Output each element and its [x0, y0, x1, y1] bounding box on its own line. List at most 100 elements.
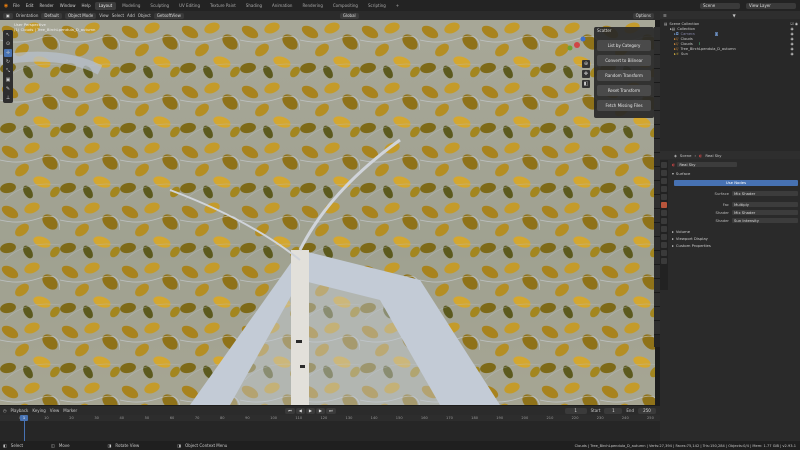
transform-orientation-dropdown[interactable]: Global — [339, 12, 359, 19]
status-context: Object Context Menu — [185, 443, 228, 448]
select-tool-icon[interactable]: ↖ — [4, 31, 12, 39]
play-icon[interactable]: ▶ — [305, 407, 315, 414]
cursor-tool-icon[interactable]: ⊙ — [4, 40, 12, 48]
tab-compositing[interactable]: Compositing — [329, 2, 362, 10]
render-tab-icon[interactable] — [661, 170, 667, 176]
tab-shading[interactable]: Shading — [242, 2, 266, 10]
tool-tab-icon[interactable] — [661, 162, 667, 168]
tab-texture-paint[interactable]: Texture Paint — [206, 2, 240, 10]
rotate-tool-icon[interactable]: ↻ — [4, 58, 12, 66]
tab-uv-editing[interactable]: UV Editing — [175, 2, 204, 10]
options-dropdown[interactable]: Options — [632, 12, 654, 19]
view-layer-tab-icon[interactable] — [661, 186, 667, 192]
menu-object[interactable]: Object — [138, 13, 151, 18]
modifier-tab-icon[interactable] — [661, 226, 667, 232]
gizmo-view-dropdown[interactable]: GetsoftView — [153, 12, 184, 19]
menu-add[interactable]: Add — [127, 13, 135, 18]
start-frame-field[interactable]: 1 — [604, 407, 623, 414]
custom-properties-section-header[interactable]: ▸ Custom Properties — [672, 242, 798, 248]
output-tab-icon[interactable] — [661, 178, 667, 184]
blender-logo-icon[interactable]: ◉ — [2, 2, 10, 10]
constraints-tab-icon[interactable] — [661, 250, 667, 256]
eye-icon[interactable]: ◉ — [791, 51, 799, 56]
jump-start-icon[interactable]: ⏮ — [285, 407, 295, 414]
fetch-missing-files-button[interactable]: Fetch Missing Files — [597, 100, 651, 111]
scene-selector[interactable]: Scene — [700, 2, 740, 9]
menu-edit[interactable]: Edit — [23, 0, 37, 11]
pan-icon[interactable]: ✥ — [582, 70, 590, 78]
viewport-header: ▣ Orientation Default Object Mode View S… — [0, 11, 660, 20]
outliner-row[interactable]: ▸☼ Sun — [664, 51, 796, 56]
editor-type-button[interactable]: ▣ — [3, 12, 13, 19]
surface-shader-field[interactable]: Mix Shader — [732, 190, 798, 196]
fac-field[interactable]: Multiply — [732, 201, 798, 207]
viewport-display-section-header[interactable]: ▸ Viewport Display — [672, 235, 798, 241]
end-frame-field[interactable]: 250 — [638, 407, 656, 414]
scene-tab-icon[interactable] — [661, 194, 667, 200]
orientation-dropdown[interactable]: Default — [41, 12, 62, 19]
random-transform-button[interactable]: Random Transform — [597, 70, 651, 81]
menu-file[interactable]: File — [10, 0, 23, 11]
modifier-icon: ⌇ — [698, 41, 701, 46]
physics-tab-icon[interactable] — [661, 242, 667, 248]
jump-end-icon[interactable]: ⏭ — [325, 407, 336, 414]
prev-key-icon[interactable]: ◀ — [295, 407, 305, 414]
tab-animation[interactable]: Animation — [268, 2, 296, 10]
top-menu-bar: ◉ File Edit Render Window Help Layout Mo… — [0, 0, 800, 11]
menu-select[interactable]: Select — [112, 13, 124, 18]
filter-icon[interactable]: ▼ — [733, 13, 736, 18]
use-nodes-button[interactable]: Use Nodes — [674, 180, 798, 186]
reset-transform-button[interactable]: Reset Transform — [597, 85, 651, 96]
camera-icon[interactable]: ◧ — [582, 80, 590, 88]
tab-layout[interactable]: Layout — [94, 1, 117, 10]
outliner-type-icon[interactable]: ☰ — [663, 13, 667, 18]
list-by-category-button[interactable]: List by Category — [597, 40, 651, 51]
timeline-area[interactable]: 0102030405060708090100110120130140150160… — [0, 415, 660, 441]
status-move: Move — [58, 443, 70, 448]
tab-modeling[interactable]: Modeling — [118, 2, 144, 10]
annotate-tool-icon[interactable]: ✎ — [4, 85, 12, 93]
timeline-editor-icon[interactable]: ◷ — [3, 408, 7, 413]
keying-menu[interactable]: Keying — [32, 408, 45, 413]
move-tool-icon[interactable]: ✛ — [4, 49, 12, 57]
menu-render[interactable]: Render — [36, 0, 56, 11]
particles-tab-icon[interactable] — [661, 234, 667, 240]
collection-tab-icon[interactable] — [661, 210, 667, 216]
navigation-gizmo[interactable] — [566, 34, 588, 56]
timeline-tick-label: 20 — [69, 416, 74, 420]
world-tab-icon[interactable] — [661, 202, 667, 208]
shader-1-field[interactable]: Mix Shader — [732, 209, 798, 215]
object-tab-icon[interactable] — [661, 218, 667, 224]
timeline-tick-label: 70 — [194, 416, 200, 420]
zoom-icon[interactable]: ⊕ — [582, 60, 590, 68]
playback-menu[interactable]: Playback — [11, 408, 29, 413]
menu-view[interactable]: View — [99, 13, 109, 18]
world-datablock-row[interactable]: ◐ Real Sky — [672, 161, 798, 167]
tab-rendering[interactable]: Rendering — [298, 2, 326, 10]
object-icon: ▸▽ — [674, 36, 679, 41]
tab-sculpting[interactable]: Sculpting — [146, 2, 173, 10]
marker-menu[interactable]: Marker — [63, 408, 77, 413]
volume-section-header[interactable]: ▸ Volume — [672, 228, 798, 234]
view-layer-selector[interactable]: View Layer — [746, 2, 796, 9]
timeline-header: ◷ Playback Keying View Marker ⏮ ◀ ▶ ▶ ⏭ … — [0, 406, 660, 415]
measure-tool-icon[interactable]: ⟂ — [4, 94, 12, 102]
menu-window[interactable]: Window — [57, 0, 79, 11]
shader-2-field[interactable]: Sun Intensity — [732, 217, 798, 223]
convert-to-bilinear-button[interactable]: Convert to Bilinear — [597, 55, 651, 66]
mode-dropdown[interactable]: Object Mode — [65, 12, 97, 19]
world-name-field[interactable]: Real Sky — [677, 161, 738, 167]
tab-scripting[interactable]: Scripting — [364, 2, 390, 10]
add-workspace-button[interactable]: + — [392, 2, 403, 10]
mouse-middle-icon: ◫ — [51, 443, 55, 448]
transform-tool-icon[interactable]: ▣ — [4, 76, 12, 84]
scale-tool-icon[interactable]: ⤡ — [4, 67, 12, 75]
current-frame-field[interactable]: 1 — [564, 407, 587, 414]
timeline-tick-label: 30 — [94, 416, 99, 420]
3d-viewport[interactable]: User Perspective (1) Clouds | Tree_Birch… — [0, 20, 655, 405]
next-key-icon[interactable]: ▶ — [315, 407, 325, 414]
menu-help[interactable]: Help — [78, 0, 93, 11]
surface-section-header[interactable]: ▾ Surface — [672, 170, 798, 176]
view-menu[interactable]: View — [50, 408, 60, 413]
data-tab-icon[interactable] — [661, 258, 667, 264]
